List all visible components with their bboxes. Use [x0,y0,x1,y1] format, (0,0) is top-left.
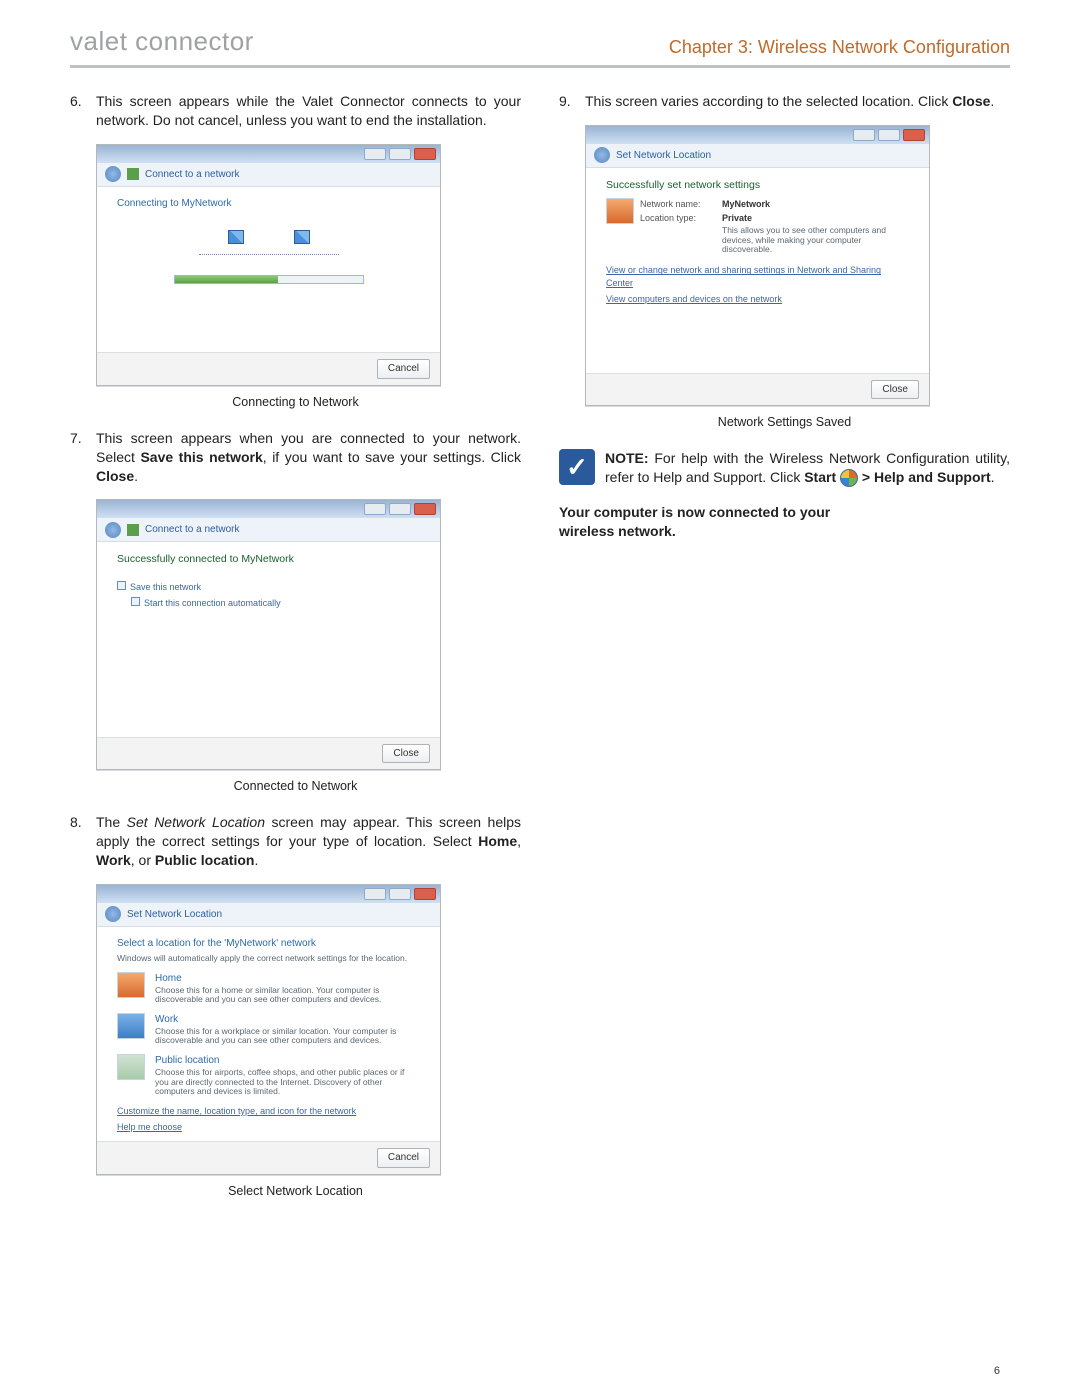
window-min-icon [364,888,386,900]
window-close-icon [903,129,925,141]
step-6-text: This screen appears while the Valet Conn… [96,93,521,128]
screenshot-connecting: Connect to a network Connecting to MyNet… [96,144,441,386]
toolbar-title: Set Network Location [616,149,711,163]
window-titlebar [97,885,440,903]
network-bars-icon [127,168,139,180]
computer-icon [228,230,244,244]
back-arrow-icon [105,166,121,182]
back-arrow-icon [105,522,121,538]
step-7: This screen appears when you are connect… [70,429,521,486]
close-button[interactable]: Close [871,380,919,400]
brand-logo: valet [70,26,127,56]
window-close-icon [414,503,436,515]
customize-link[interactable]: Customize the name, location type, and i… [117,1105,420,1117]
dialog-heading: Successfully connected to MyNetwork [117,552,420,566]
toolbar-title: Set Network Location [127,908,222,922]
step-6: This screen appears while the Valet Conn… [70,92,521,130]
window-max-icon [878,129,900,141]
cancel-button[interactable]: Cancel [377,1148,430,1168]
windows-start-icon [840,469,858,487]
window-max-icon [389,503,411,515]
final-message: Your computer is now connected to your w… [559,503,1010,541]
window-titlebar [586,126,929,144]
dialog-heading: Connecting to MyNetwork [117,197,420,211]
brand: valet connector [70,24,254,59]
window-toolbar: Set Network Location [586,144,929,168]
checkmark-icon: ✓ [559,449,595,485]
location-desc: This allows you to see other computers a… [722,226,892,254]
right-column: This screen varies according to the sele… [559,92,1010,1218]
brand-product: connector [135,26,254,56]
screenshot-set-location: Set Network Location Select a location f… [96,884,441,1175]
toolbar-title: Connect to a network [145,523,240,537]
note-lead: NOTE: [605,450,649,466]
help-choose-link[interactable]: Help me choose [117,1121,420,1133]
home-icon [606,198,634,224]
window-close-icon [414,148,436,160]
window-close-icon [414,888,436,900]
window-toolbar: Set Network Location [97,903,440,927]
window-titlebar [97,145,440,163]
dialog-subtext: Windows will automatically apply the cor… [117,954,420,964]
screenshot-settings-saved: Set Network Location Successfully set ne… [585,125,930,406]
dialog-heading: Successfully set network settings [606,178,909,192]
back-arrow-icon [105,906,121,922]
save-network-option[interactable]: Save this network [130,582,201,592]
caption-6: Connecting to Network [70,394,521,411]
window-min-icon [364,503,386,515]
connection-line-icon [199,254,339,255]
dialog-heading: Select a location for the 'MyNetwork' ne… [117,937,420,951]
window-min-icon [853,129,875,141]
window-toolbar: Connect to a network [97,518,440,542]
note-callout: ✓ NOTE: For help with the Wireless Netwo… [559,449,1010,487]
sharing-center-link[interactable]: View or change network and sharing setti… [606,264,909,288]
cancel-button[interactable]: Cancel [377,359,430,379]
location-public[interactable]: Public location Choose this for airports… [117,1054,420,1097]
step-9: This screen varies according to the sele… [559,92,1010,111]
progress-bar [174,275,364,284]
step-8: The Set Network Location screen may appe… [70,813,521,870]
chapter-title: Chapter 3: Wireless Network Configuratio… [669,35,1010,59]
checkbox-icon[interactable] [117,581,126,590]
caption-9: Network Settings Saved [559,414,1010,431]
left-column: This screen appears while the Valet Conn… [70,92,521,1218]
page-header: valet connector Chapter 3: Wireless Netw… [70,24,1010,68]
window-toolbar: Connect to a network [97,163,440,187]
public-icon [117,1054,145,1080]
home-icon [117,972,145,998]
window-min-icon [364,148,386,160]
checkbox-icon[interactable] [131,597,140,606]
window-max-icon [389,148,411,160]
toolbar-title: Connect to a network [145,168,240,182]
location-work[interactable]: Work Choose this for a workplace or simi… [117,1013,420,1046]
work-icon [117,1013,145,1039]
caption-7: Connected to Network [70,778,521,795]
auto-start-option[interactable]: Start this connection automatically [144,598,281,608]
location-home[interactable]: Home Choose this for a home or similar l… [117,972,420,1005]
network-icon [294,230,310,244]
caption-8: Select Network Location [70,1183,521,1200]
window-titlebar [97,500,440,518]
view-devices-link[interactable]: View computers and devices on the networ… [606,293,909,305]
window-max-icon [389,888,411,900]
close-button[interactable]: Close [382,744,430,764]
screenshot-connected: Connect to a network Successfully connec… [96,499,441,770]
page-number: 6 [994,1364,1000,1379]
network-bars-icon [127,524,139,536]
back-arrow-icon [594,147,610,163]
